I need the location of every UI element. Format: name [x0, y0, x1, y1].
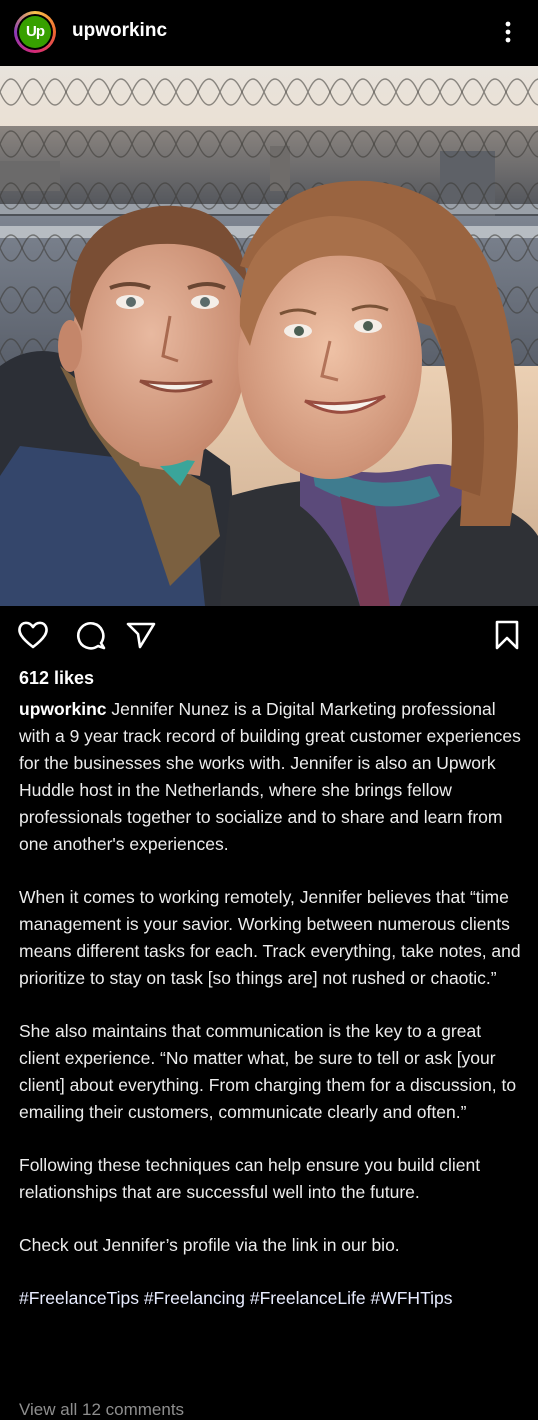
post-actions	[0, 606, 538, 664]
upwork-logo: Up	[19, 16, 51, 48]
view-comments-link[interactable]: View all 12 comments	[19, 1400, 184, 1420]
heart-icon[interactable]	[16, 618, 50, 652]
caption-text: Jennifer Nunez is a Digital Marketing pr…	[19, 699, 521, 854]
caption-paragraph: Check out Jennifer’s profile via the lin…	[19, 1235, 400, 1255]
caption-paragraph: Following these techniques can help ensu…	[19, 1155, 481, 1202]
bookmark-icon[interactable]	[490, 618, 524, 652]
caption-paragraph: When it comes to working remotely, Jenni…	[19, 887, 521, 988]
post-photo-illustration	[0, 66, 538, 606]
likes-count[interactable]: 612 likes	[19, 668, 94, 689]
username[interactable]: upworkinc	[72, 20, 167, 42]
hashtags[interactable]: #FreelanceTips #Freelancing #FreelanceLi…	[19, 1285, 525, 1312]
post-caption: upworkinc Jennifer Nunez is a Digital Ma…	[19, 696, 525, 1338]
send-icon[interactable]	[124, 618, 158, 652]
more-vertical-icon[interactable]	[498, 18, 518, 46]
post-header: Up upworkinc	[0, 0, 538, 66]
caption-paragraph: upworkinc Jennifer Nunez is a Digital Ma…	[19, 696, 525, 858]
comment-icon[interactable]	[73, 618, 107, 652]
avatar[interactable]: Up	[14, 11, 56, 53]
caption-username[interactable]: upworkinc	[19, 699, 107, 719]
caption-paragraph: She also maintains that communication is…	[19, 1021, 517, 1122]
avatar-ring-inner: Up	[17, 14, 53, 50]
post-image[interactable]	[0, 66, 538, 606]
